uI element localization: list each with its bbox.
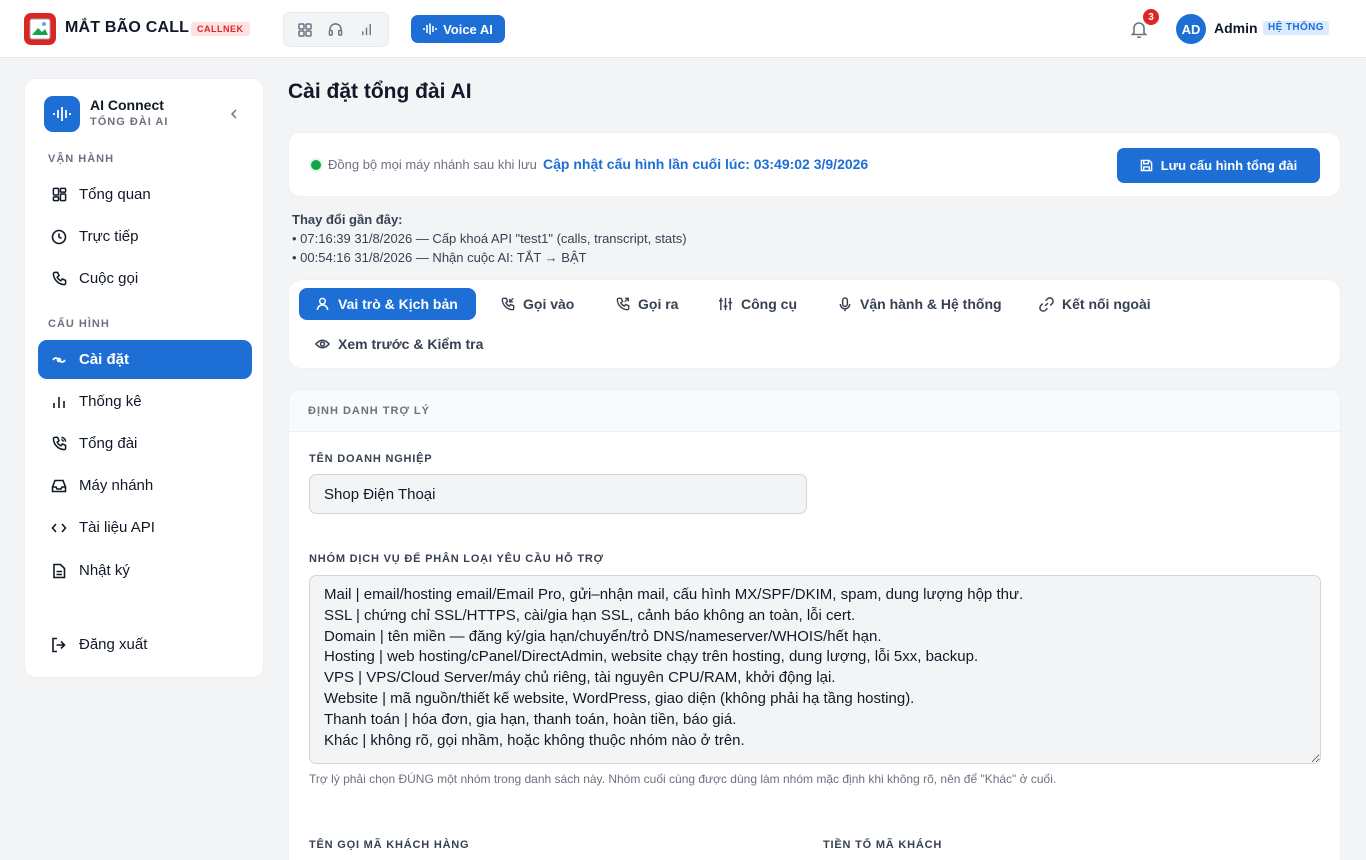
tab-label: Kết nối ngoài bbox=[1062, 296, 1151, 312]
tab-label: Vận hành & Hệ thống bbox=[860, 296, 1002, 312]
settings-tabs: Vai trò & Kịch bản Gọi vào Gọi ra Công c… bbox=[288, 279, 1341, 369]
grid-icon[interactable] bbox=[293, 18, 317, 42]
sidebar-item-stats[interactable]: Thống kê bbox=[38, 382, 252, 421]
sidebar-item-extensions[interactable]: Máy nhánh bbox=[38, 466, 252, 505]
customer-prefix-label: TIỀN TỐ MÃ KHÁCH bbox=[823, 839, 943, 851]
sync-status-card: Đồng bộ mọi máy nhánh sau khi lưu Cập nh… bbox=[288, 132, 1341, 197]
status-dot bbox=[311, 160, 321, 170]
company-name-input[interactable] bbox=[309, 474, 807, 514]
sidebar-item-label: Tài liệu API bbox=[79, 519, 155, 536]
voice-ai-label: Voice AI bbox=[443, 21, 493, 37]
recent-change-item: • 07:16:39 31/8/2026 — Cấp khoá API "tes… bbox=[292, 231, 687, 246]
phone-incoming-icon bbox=[500, 297, 515, 312]
sidebar-item-label: Tổng quan bbox=[79, 186, 151, 203]
brand-logo[interactable] bbox=[24, 13, 56, 45]
brand-name: MẮT BÃO CALL bbox=[65, 19, 190, 36]
headset-icon[interactable] bbox=[324, 18, 348, 42]
ai-connect-logo bbox=[44, 96, 80, 132]
service-groups-help: Trợ lý phải chọn ĐÚNG một nhóm trong dan… bbox=[309, 772, 1057, 786]
sidebar-item-logout[interactable]: Đăng xuất bbox=[38, 625, 252, 664]
mode-switcher bbox=[283, 12, 389, 47]
tab-label: Gọi vào bbox=[523, 296, 575, 312]
section-header-label: ĐỊNH DANH TRỢ LÝ bbox=[308, 405, 430, 417]
tab-preview-test[interactable]: Xem trước & Kiểm tra bbox=[299, 328, 499, 360]
sidebar-item-switchboard[interactable]: Tổng đài bbox=[38, 424, 252, 463]
logout-icon bbox=[51, 637, 67, 653]
tab-external[interactable]: Kết nối ngoài bbox=[1023, 288, 1167, 320]
tab-label: Công cụ bbox=[741, 296, 797, 312]
save-config-label: Lưu cấu hình tổng đài bbox=[1160, 158, 1298, 173]
service-groups-textarea[interactable]: Mail | email/hosting email/Email Pro, gử… bbox=[309, 575, 1321, 764]
file-icon bbox=[51, 563, 67, 579]
customer-code-label: TÊN GỌI MÃ KHÁCH HÀNG bbox=[309, 839, 470, 851]
phone-icon bbox=[51, 271, 67, 287]
sidebar-item-overview[interactable]: Tổng quan bbox=[38, 175, 252, 214]
user-name[interactable]: Admin bbox=[1214, 20, 1258, 36]
sidebar-title: AI Connect bbox=[90, 97, 164, 113]
eye-icon bbox=[315, 337, 330, 352]
sidebar-item-label: Nhật ký bbox=[79, 562, 130, 579]
bar-chart-icon[interactable] bbox=[355, 18, 379, 42]
save-config-button[interactable]: Lưu cấu hình tổng đài bbox=[1117, 148, 1320, 183]
sliders-icon bbox=[718, 297, 733, 312]
service-groups-label: NHÓM DỊCH VỤ ĐỂ PHÂN LOẠI YÊU CẦU HỖ TRỢ bbox=[309, 553, 604, 565]
sidebar-item-live[interactable]: Trực tiếp bbox=[38, 217, 252, 256]
sidebar-item-label: Thống kê bbox=[79, 393, 142, 410]
user-role-badge: HỆ THỐNG bbox=[1263, 21, 1329, 35]
clock-icon bbox=[51, 229, 67, 245]
company-name-label: TÊN DOANH NGHIỆP bbox=[309, 453, 433, 465]
phone-call-icon bbox=[51, 436, 67, 452]
recent-change-item: • 00:54:16 31/8/2026 — Nhận cuộc AI: TẮT… bbox=[292, 250, 587, 265]
sidebar-subtitle: TỔNG ĐÀI AI bbox=[90, 116, 169, 128]
waveform-icon bbox=[423, 23, 437, 35]
sidebar-item-api-docs[interactable]: Tài liệu API bbox=[38, 508, 252, 547]
bar-chart-icon bbox=[51, 394, 67, 410]
top-bar: MẮT BÃO CALL CALLNEK Voice AI 3 AD Admin… bbox=[0, 0, 1366, 58]
sidebar-section-config: CẤU HÌNH bbox=[48, 318, 110, 330]
section-header: ĐỊNH DANH TRỢ LÝ bbox=[289, 390, 1340, 432]
sidebar-section-operations: VẬN HÀNH bbox=[48, 153, 115, 165]
tab-label: Vai trò & Kịch bản bbox=[338, 296, 458, 312]
tab-tools[interactable]: Công cụ bbox=[702, 288, 813, 320]
voice-ai-button[interactable]: Voice AI bbox=[411, 15, 505, 43]
recent-changes-label: Thay đổi gần đây: bbox=[292, 212, 403, 227]
code-icon bbox=[51, 520, 67, 536]
brand-badge: CALLNEK bbox=[191, 22, 250, 36]
sidebar-item-label: Cài đặt bbox=[79, 351, 130, 368]
settings-icon bbox=[51, 352, 67, 368]
sidebar-item-label: Trực tiếp bbox=[79, 228, 139, 245]
avatar[interactable]: AD bbox=[1176, 14, 1206, 44]
sidebar: AI Connect TỔNG ĐÀI AI VẬN HÀNH Tổng qua… bbox=[24, 78, 264, 678]
assistant-identity-section: ĐỊNH DANH TRỢ LÝ TÊN DOANH NGHIỆP NHÓM D… bbox=[288, 389, 1341, 860]
sync-text: Đồng bộ mọi máy nhánh sau khi lưu bbox=[328, 157, 537, 172]
tab-outbound[interactable]: Gọi ra bbox=[599, 288, 694, 320]
page-title: Cài đặt tổng đài AI bbox=[288, 80, 472, 103]
sidebar-item-settings[interactable]: Cài đặt bbox=[38, 340, 252, 379]
save-icon bbox=[1140, 159, 1153, 172]
sidebar-item-label: Tổng đài bbox=[79, 435, 138, 452]
last-updated-text: Cập nhật cấu hình lần cuối lúc: 03:49:02… bbox=[543, 156, 869, 172]
link-icon bbox=[1039, 296, 1054, 312]
tab-label: Gọi ra bbox=[638, 296, 679, 312]
notification-count: 3 bbox=[1143, 9, 1159, 25]
inbox-icon bbox=[51, 478, 67, 494]
dashboard-icon bbox=[51, 187, 67, 203]
tab-operations[interactable]: Vận hành & Hệ thống bbox=[821, 288, 1018, 320]
tab-inbound[interactable]: Gọi vào bbox=[484, 288, 590, 320]
sidebar-item-calls[interactable]: Cuộc gọi bbox=[38, 259, 252, 298]
waveform-icon bbox=[53, 107, 71, 121]
mic-icon bbox=[837, 296, 852, 312]
user-icon bbox=[315, 297, 330, 312]
tab-role-script[interactable]: Vai trò & Kịch bản bbox=[299, 288, 476, 320]
sidebar-item-label: Cuộc gọi bbox=[79, 270, 139, 287]
sidebar-item-label: Đăng xuất bbox=[79, 636, 148, 653]
sidebar-item-log[interactable]: Nhật ký bbox=[38, 551, 252, 590]
phone-outgoing-icon bbox=[615, 297, 630, 312]
sidebar-item-label: Máy nhánh bbox=[79, 477, 154, 494]
image-icon bbox=[29, 18, 51, 40]
tab-label: Xem trước & Kiểm tra bbox=[338, 336, 484, 352]
chevron-left-icon[interactable] bbox=[227, 107, 241, 121]
